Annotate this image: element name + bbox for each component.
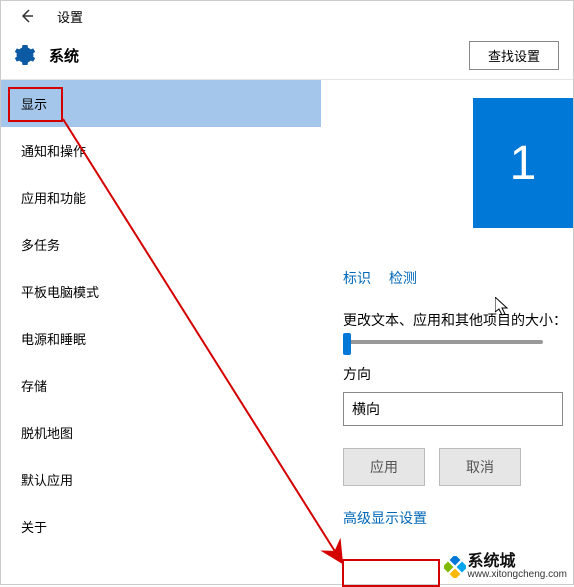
sidebar: 显示 通知和操作 应用和功能 多任务 平板电脑模式 电源和睡眠 存储 脱机地图 …: [1, 80, 321, 584]
detect-link[interactable]: 检测: [389, 270, 417, 286]
main: 1 标识 检测 更改文本、应用和其他项目的大小： 方向 横向 应用 取消 高级显…: [321, 80, 573, 584]
gear-icon: [15, 45, 35, 65]
scale-slider[interactable]: [343, 340, 543, 344]
orientation-select[interactable]: 横向: [343, 392, 563, 426]
sidebar-item-storage[interactable]: 存储: [1, 362, 321, 409]
window-title: 设置: [57, 7, 83, 26]
sidebar-item-display[interactable]: 显示: [1, 80, 321, 127]
sidebar-item-notifications[interactable]: 通知和操作: [1, 127, 321, 174]
back-button[interactable]: [13, 2, 41, 30]
header: 系统 查找设置: [1, 31, 573, 79]
sidebar-item-defaultapps[interactable]: 默认应用: [1, 456, 321, 503]
resize-label: 更改文本、应用和其他项目的大小：: [321, 310, 573, 330]
advanced-display-link[interactable]: 高级显示设置: [343, 508, 427, 528]
sidebar-item-tablet[interactable]: 平板电脑模式: [1, 268, 321, 315]
identify-link[interactable]: 标识: [343, 270, 371, 286]
slider-thumb[interactable]: [343, 333, 351, 355]
apply-button[interactable]: 应用: [343, 448, 425, 486]
sidebar-item-about[interactable]: 关于: [1, 503, 321, 550]
orientation-label: 方向: [321, 364, 573, 384]
find-settings-button[interactable]: 查找设置: [469, 41, 559, 70]
sidebar-item-offlinemaps[interactable]: 脱机地图: [1, 409, 321, 456]
page-title: 系统: [49, 45, 79, 66]
sidebar-item-power[interactable]: 电源和睡眠: [1, 315, 321, 362]
sidebar-item-apps[interactable]: 应用和功能: [1, 174, 321, 221]
cancel-button[interactable]: 取消: [439, 448, 521, 486]
sidebar-item-multitask[interactable]: 多任务: [1, 221, 321, 268]
monitor-preview[interactable]: 1: [473, 98, 573, 228]
